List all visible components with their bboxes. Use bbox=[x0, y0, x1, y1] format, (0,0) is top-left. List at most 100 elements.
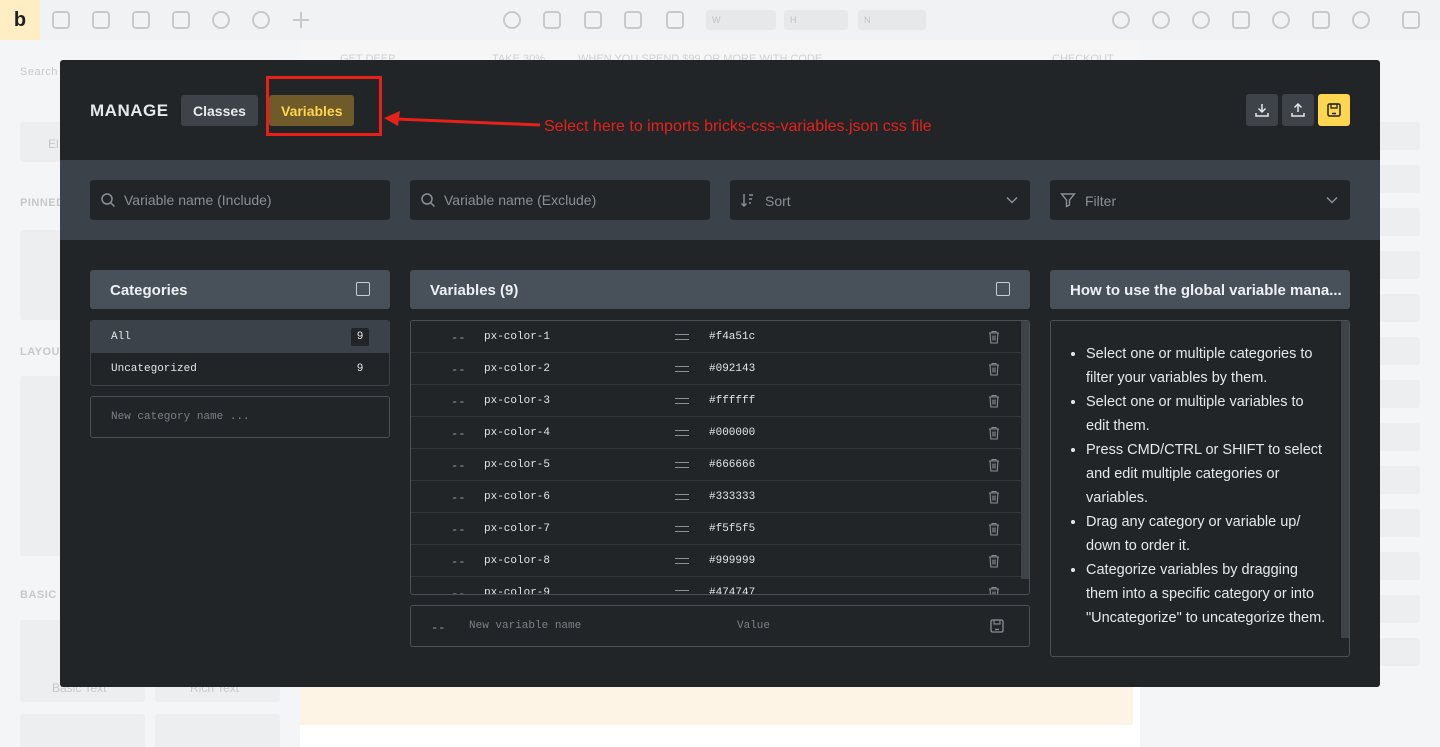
variables-header: Variables (9) bbox=[410, 270, 1030, 309]
drag-handle-icon[interactable] bbox=[675, 526, 689, 532]
variable-value[interactable]: #092143 bbox=[709, 363, 755, 375]
variable-row[interactable]: -- px-color-8 #999999 bbox=[411, 545, 1021, 577]
variable-row[interactable]: -- px-color-5 #666666 bbox=[411, 449, 1021, 481]
trash-icon[interactable] bbox=[988, 554, 1000, 568]
undo-icon[interactable] bbox=[1112, 11, 1130, 29]
variable-row[interactable]: -- px-color-2 #092143 bbox=[411, 353, 1021, 385]
modal-title: MANAGE bbox=[90, 101, 169, 120]
wordpress-icon[interactable] bbox=[1272, 11, 1290, 29]
sort-select[interactable]: Sort bbox=[730, 180, 1030, 220]
drag-handle-icon[interactable] bbox=[675, 558, 689, 564]
variable-value[interactable]: #000000 bbox=[709, 427, 755, 439]
variable-name[interactable]: px-color-5 bbox=[484, 459, 550, 471]
trash-icon[interactable] bbox=[988, 586, 1000, 595]
filter-select[interactable]: Filter bbox=[1050, 180, 1350, 220]
variable-row[interactable]: -- px-color-7 #f5f5f5 bbox=[411, 513, 1021, 545]
search-icon bbox=[101, 193, 116, 208]
drag-handle-icon[interactable] bbox=[675, 334, 689, 340]
trash-icon[interactable] bbox=[988, 362, 1000, 376]
variable-name[interactable]: px-color-1 bbox=[484, 331, 550, 343]
tablet-icon[interactable] bbox=[624, 11, 642, 29]
drag-handle-icon[interactable] bbox=[675, 430, 689, 436]
search-icon[interactable] bbox=[503, 11, 521, 29]
exclude-search-input[interactable] bbox=[444, 180, 694, 220]
import-button[interactable] bbox=[1282, 94, 1314, 126]
variable-value[interactable]: #f4a51c bbox=[709, 331, 755, 343]
tab-classes[interactable]: Classes bbox=[181, 95, 258, 126]
settings-icon[interactable] bbox=[212, 11, 230, 29]
category-item-all[interactable]: All 9 bbox=[91, 321, 389, 353]
trash-icon[interactable] bbox=[988, 458, 1000, 472]
shield-icon[interactable] bbox=[92, 11, 110, 29]
new-category-input[interactable] bbox=[91, 397, 389, 437]
drag-handle-icon[interactable] bbox=[675, 462, 689, 468]
zoom-field[interactable]: N bbox=[858, 10, 926, 30]
variable-row[interactable]: -- px-color-1 #f4a51c bbox=[411, 321, 1021, 353]
desktop-icon[interactable] bbox=[543, 11, 561, 29]
variable-name[interactable]: px-color-3 bbox=[484, 395, 550, 407]
include-search-input[interactable] bbox=[124, 180, 374, 220]
pages-icon[interactable] bbox=[132, 11, 150, 29]
variable-value[interactable]: #ffffff bbox=[709, 395, 755, 407]
category-count-badge: 9 bbox=[356, 363, 364, 375]
variable-value[interactable]: #666666 bbox=[709, 459, 755, 471]
container-tile[interactable] bbox=[155, 714, 280, 747]
help-icon[interactable] bbox=[252, 11, 270, 29]
trash-icon[interactable] bbox=[988, 490, 1000, 504]
download-button[interactable] bbox=[1246, 94, 1278, 126]
layers-icon[interactable] bbox=[1232, 11, 1250, 29]
folder-icon[interactable] bbox=[172, 11, 190, 29]
drag-handle-icon[interactable] bbox=[675, 494, 689, 500]
laptop-icon[interactable] bbox=[584, 11, 602, 29]
trash-icon[interactable] bbox=[988, 426, 1000, 440]
variable-name[interactable]: px-color-4 bbox=[484, 427, 550, 439]
height-field[interactable]: H bbox=[784, 10, 848, 30]
sort-label: Sort bbox=[765, 193, 791, 209]
category-item-uncategorized[interactable]: Uncategorized 9 bbox=[91, 353, 389, 385]
drag-handle-icon[interactable] bbox=[675, 398, 689, 404]
variable-value[interactable]: #999999 bbox=[709, 555, 755, 567]
pointer-icon[interactable] bbox=[52, 11, 70, 29]
variable-row[interactable]: -- px-color-9 #474747 bbox=[411, 577, 1021, 595]
variables-scrollbar[interactable] bbox=[1021, 321, 1029, 579]
trash-icon[interactable] bbox=[988, 330, 1000, 344]
variable-value[interactable]: #333333 bbox=[709, 491, 755, 503]
variable-prefix: -- bbox=[451, 459, 466, 473]
mobile-icon[interactable] bbox=[666, 11, 684, 29]
variable-row[interactable]: -- px-color-3 #ffffff bbox=[411, 385, 1021, 417]
link-tile[interactable] bbox=[20, 714, 145, 747]
variable-name[interactable]: px-color-2 bbox=[484, 363, 550, 375]
variable-value[interactable]: #474747 bbox=[709, 587, 755, 594]
history-icon[interactable] bbox=[1192, 11, 1210, 29]
variable-name[interactable]: px-color-8 bbox=[484, 555, 550, 567]
annotation-highlight-box bbox=[266, 76, 382, 136]
variable-value[interactable]: #f5f5f5 bbox=[709, 523, 755, 535]
new-variable-value-input[interactable] bbox=[737, 606, 967, 646]
variable-name[interactable]: px-color-7 bbox=[484, 523, 550, 535]
variable-name[interactable]: px-color-6 bbox=[484, 491, 550, 503]
variable-name[interactable]: px-color-9 bbox=[484, 587, 550, 594]
variable-row[interactable]: -- px-color-4 #000000 bbox=[411, 417, 1021, 449]
bricks-logo[interactable]: b bbox=[0, 0, 40, 40]
preview-icon[interactable] bbox=[1352, 11, 1370, 29]
variable-prefix: -- bbox=[451, 523, 466, 537]
select-all-variables-checkbox[interactable] bbox=[996, 282, 1010, 296]
variable-prefix: -- bbox=[451, 427, 466, 441]
new-variable-name-input[interactable] bbox=[469, 606, 719, 646]
filter-icon bbox=[1060, 193, 1076, 208]
upload-icon bbox=[1291, 102, 1305, 117]
trash-icon[interactable] bbox=[988, 394, 1000, 408]
redo-icon[interactable] bbox=[1152, 11, 1170, 29]
width-field[interactable]: W bbox=[706, 10, 776, 30]
external-link-icon[interactable] bbox=[1312, 11, 1330, 29]
variable-row[interactable]: -- px-color-6 #333333 bbox=[411, 481, 1021, 513]
plus-icon[interactable] bbox=[292, 11, 310, 29]
trash-icon[interactable] bbox=[988, 522, 1000, 536]
save-button[interactable] bbox=[1318, 94, 1350, 126]
drag-handle-icon[interactable] bbox=[675, 366, 689, 372]
save-icon[interactable] bbox=[989, 618, 1005, 634]
select-all-categories-checkbox[interactable] bbox=[356, 282, 370, 296]
help-scrollbar[interactable] bbox=[1341, 321, 1349, 638]
save-page-icon[interactable] bbox=[1402, 11, 1420, 29]
drag-handle-icon[interactable] bbox=[675, 590, 689, 594]
